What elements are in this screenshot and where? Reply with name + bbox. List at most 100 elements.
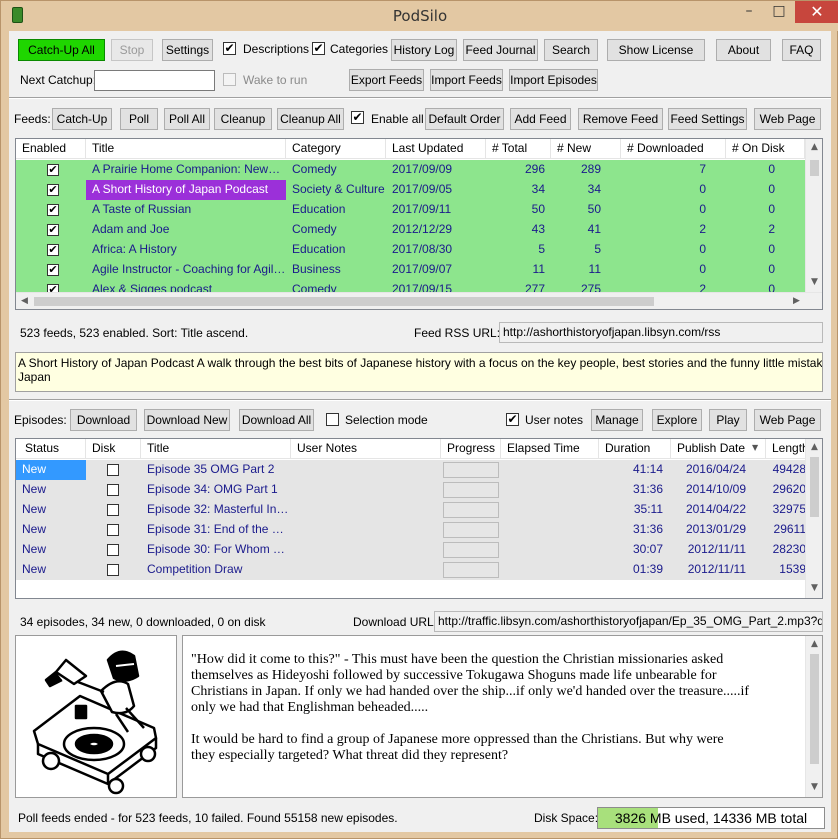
play-button[interactable]: Play bbox=[709, 409, 747, 431]
col-progress[interactable]: Progress bbox=[441, 439, 501, 459]
col-elapsed-time[interactable]: Elapsed Time bbox=[501, 439, 599, 459]
user-notes-checkbox[interactable]: ✔ bbox=[506, 413, 519, 426]
table-row[interactable]: New Episode 35 OMG Part 2 41:14 2016/04/24 4… bbox=[16, 460, 806, 480]
enabled-checkbox[interactable]: ✔ bbox=[47, 224, 59, 236]
wake-to-run-checkbox[interactable] bbox=[223, 73, 236, 86]
search-button[interactable]: Search bbox=[544, 39, 598, 61]
disk-checkbox[interactable] bbox=[107, 464, 119, 476]
scroll-thumb[interactable] bbox=[34, 297, 654, 306]
table-row[interactable]: ✔ Adam and Joe Comedy 2012/12/29 43 41 2 2 bbox=[16, 220, 805, 240]
col-on-disk[interactable]: # On Disk bbox=[726, 139, 805, 159]
scroll-left-arrow-icon[interactable]: ◀ bbox=[16, 293, 33, 309]
poll-all-button[interactable]: Poll All bbox=[164, 108, 210, 130]
table-row[interactable]: New Competition Draw 01:39 2012/11/11 1539 bbox=[16, 560, 806, 580]
next-catchup-field[interactable] bbox=[94, 70, 215, 91]
scroll-up-arrow-icon[interactable]: ▲ bbox=[806, 439, 822, 456]
selection-mode-checkbox[interactable] bbox=[326, 413, 339, 426]
feed-settings-button[interactable]: Feed Settings bbox=[668, 108, 747, 130]
feeds-vertical-scrollbar[interactable]: ▲ ▼ bbox=[805, 139, 822, 292]
download-button[interactable]: Download bbox=[70, 409, 137, 431]
stop-button[interactable]: Stop bbox=[111, 39, 153, 61]
table-row[interactable]: New Episode 34: OMG Part 1 31:36 2014/10/09… bbox=[16, 480, 806, 500]
enabled-checkbox[interactable]: ✔ bbox=[47, 204, 59, 216]
scroll-thumb[interactable] bbox=[810, 160, 819, 176]
show-license-button[interactable]: Show License bbox=[607, 39, 705, 61]
table-row[interactable]: ✔ Africa: A History Education 2017/08/30 5 5 0… bbox=[16, 240, 805, 260]
settings-button[interactable]: Settings bbox=[162, 39, 213, 61]
cleanup-all-button[interactable]: Cleanup All bbox=[277, 108, 344, 130]
disk-checkbox[interactable] bbox=[107, 564, 119, 576]
disk-checkbox[interactable] bbox=[107, 524, 119, 536]
import-feeds-button[interactable]: Import Feeds bbox=[430, 69, 503, 91]
disk-checkbox[interactable] bbox=[107, 504, 119, 516]
export-feeds-button[interactable]: Export Feeds bbox=[349, 69, 424, 91]
title-bar[interactable]: PodSilo – □ ✕ bbox=[1, 1, 838, 31]
enabled-checkbox[interactable]: ✔ bbox=[47, 244, 59, 256]
add-feed-button[interactable]: Add Feed bbox=[510, 108, 571, 130]
disk-checkbox[interactable] bbox=[107, 484, 119, 496]
col-enabled[interactable]: Enabled bbox=[16, 139, 86, 159]
categories-checkbox[interactable]: ✔ bbox=[312, 42, 325, 55]
explore-button[interactable]: Explore bbox=[652, 409, 702, 431]
scroll-up-arrow-icon[interactable]: ▲ bbox=[806, 636, 822, 653]
disk-checkbox[interactable] bbox=[107, 544, 119, 556]
table-row[interactable]: ✔ Agile Instructor - Coaching for Agile M… bbox=[16, 260, 805, 280]
col-episode-title[interactable]: Title bbox=[141, 439, 291, 459]
episodes-table[interactable]: Status Disk Title User Notes Progress El… bbox=[15, 438, 823, 599]
table-row[interactable]: New Episode 30: For Whom The ... 30:07 2012… bbox=[16, 540, 806, 560]
episode-description[interactable]: "How did it come to this?" - This must h… bbox=[182, 635, 823, 798]
feeds-table[interactable]: Enabled Title Category Last Updated # To… bbox=[15, 138, 823, 310]
episode-web-page-button[interactable]: Web Page bbox=[754, 409, 821, 431]
episodes-vertical-scrollbar[interactable]: ▲ ▼ bbox=[805, 439, 822, 598]
scroll-up-arrow-icon[interactable]: ▲ bbox=[806, 139, 822, 156]
col-user-notes[interactable]: User Notes bbox=[291, 439, 441, 459]
feeds-horizontal-scrollbar[interactable]: ◀ ▶ bbox=[16, 292, 822, 309]
enabled-checkbox[interactable]: ✔ bbox=[47, 184, 59, 196]
table-row[interactable]: ✔ A Prairie Home Companion: News from... C… bbox=[16, 160, 805, 180]
col-total[interactable]: # Total bbox=[486, 139, 551, 159]
descriptions-checkbox[interactable]: ✔ bbox=[223, 42, 236, 55]
scroll-thumb[interactable] bbox=[810, 654, 819, 764]
remove-feed-button[interactable]: Remove Feed bbox=[578, 108, 663, 130]
col-duration[interactable]: Duration bbox=[599, 439, 671, 459]
description-vertical-scrollbar[interactable]: ▲ ▼ bbox=[805, 636, 822, 797]
col-disk[interactable]: Disk bbox=[86, 439, 141, 459]
about-button[interactable]: About bbox=[716, 39, 771, 61]
scroll-down-arrow-icon[interactable]: ▼ bbox=[806, 274, 822, 291]
feed-rss-url-field[interactable]: http://ashorthistoryofjapan.libsyn.com/r… bbox=[499, 322, 823, 343]
download-url-field[interactable]: http://traffic.libsyn.com/ashorthistoryo… bbox=[434, 611, 823, 632]
table-row[interactable]: New Episode 32: Masterful Inacti... 35:11 2… bbox=[16, 500, 806, 520]
import-episodes-button[interactable]: Import Episodes bbox=[509, 69, 598, 91]
table-row[interactable]: New Episode 31: End of the Sen... 31:36 201… bbox=[16, 520, 806, 540]
enabled-checkbox[interactable]: ✔ bbox=[47, 164, 59, 176]
table-row[interactable]: ✔ A Short History of Japan Podcast Society… bbox=[16, 180, 805, 200]
feed-journal-button[interactable]: Feed Journal bbox=[463, 39, 538, 61]
maximize-button[interactable]: □ bbox=[765, 1, 793, 23]
close-button[interactable]: ✕ bbox=[795, 1, 838, 23]
col-category[interactable]: Category bbox=[286, 139, 386, 159]
poll-button[interactable]: Poll bbox=[120, 108, 158, 130]
scroll-down-arrow-icon[interactable]: ▼ bbox=[806, 779, 822, 796]
download-new-button[interactable]: Download New bbox=[144, 409, 230, 431]
default-order-button[interactable]: Default Order bbox=[425, 108, 504, 130]
scroll-down-arrow-icon[interactable]: ▼ bbox=[806, 580, 822, 597]
catchup-all-button[interactable]: Catch-Up All bbox=[18, 39, 105, 61]
col-last-updated[interactable]: Last Updated bbox=[386, 139, 486, 159]
enable-all-checkbox[interactable]: ✔ bbox=[351, 111, 364, 124]
minimize-button[interactable]: – bbox=[735, 1, 763, 23]
scroll-thumb[interactable] bbox=[810, 457, 819, 517]
col-title[interactable]: Title bbox=[86, 139, 286, 159]
col-downloaded[interactable]: # Downloaded bbox=[621, 139, 726, 159]
web-page-button[interactable]: Web Page bbox=[754, 108, 821, 130]
history-log-button[interactable]: History Log bbox=[391, 39, 457, 61]
catchup-button[interactable]: Catch-Up bbox=[52, 108, 112, 130]
faq-button[interactable]: FAQ bbox=[782, 39, 821, 61]
table-row[interactable]: ✔ A Taste of Russian Education 2017/09/11 50… bbox=[16, 200, 805, 220]
cleanup-button[interactable]: Cleanup bbox=[214, 108, 272, 130]
scroll-right-arrow-icon[interactable]: ▶ bbox=[788, 293, 805, 309]
col-status[interactable]: Status bbox=[16, 439, 86, 459]
enabled-checkbox[interactable]: ✔ bbox=[47, 264, 59, 276]
manage-button[interactable]: Manage bbox=[591, 409, 643, 431]
download-all-button[interactable]: Download All bbox=[239, 409, 314, 431]
col-new[interactable]: # New bbox=[551, 139, 621, 159]
